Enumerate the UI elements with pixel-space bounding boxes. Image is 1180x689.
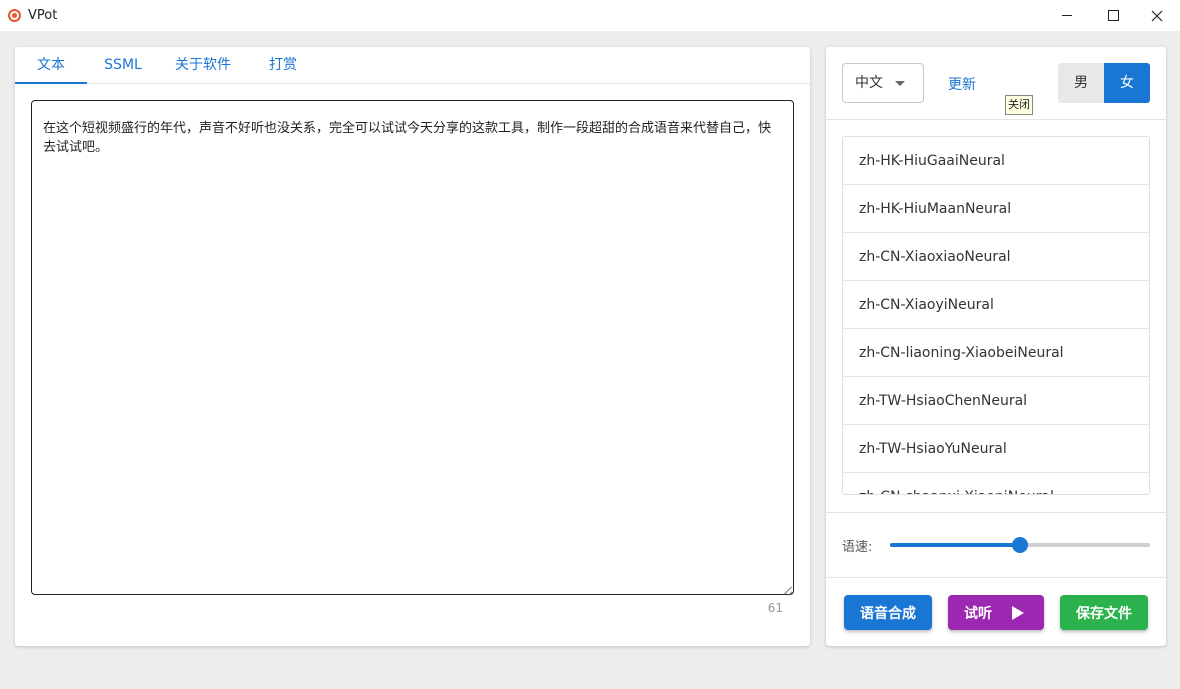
tab-about[interactable]: 关于软件 [165, 47, 241, 84]
gender-toggle: 男 女 [1058, 63, 1150, 103]
speed-slider-fill [890, 543, 1020, 547]
settings-panel: 中文 更新 关闭 男 女 zh-HK-HiuGaaiNeural zh-HK-H… [826, 47, 1166, 646]
speed-slider-thumb[interactable] [1012, 537, 1028, 553]
divider [826, 512, 1166, 513]
language-value: 中文 [855, 75, 883, 91]
chevron-down-icon [895, 81, 905, 86]
voice-item[interactable]: zh-TW-HsiaoYuNeural [843, 425, 1149, 473]
language-select[interactable]: 中文 [842, 63, 924, 103]
synthesize-label: 语音合成 [860, 605, 916, 622]
tab-donate[interactable]: 打赏 [255, 47, 311, 84]
divider [826, 119, 1166, 120]
gender-male-button[interactable]: 男 [1058, 63, 1104, 103]
tab-text[interactable]: 文本 [15, 47, 87, 84]
editor-panel: 文本 SSML 关于软件 打赏 在这个短视频盛行的年代，声音不好听也没关系，完全… [15, 47, 810, 646]
tooltip: 关闭 [1005, 95, 1033, 115]
voice-item[interactable]: zh-CN-liaoning-XiaobeiNeural [843, 329, 1149, 377]
tab-ssml[interactable]: SSML [87, 47, 159, 84]
gender-female-button[interactable]: 女 [1104, 63, 1150, 103]
save-file-button[interactable]: 保存文件 [1060, 595, 1148, 630]
refresh-button[interactable]: 更新 [948, 74, 976, 94]
save-file-label: 保存文件 [1076, 605, 1132, 622]
voice-item[interactable]: zh-CN-shaanxi-XiaoniNeural [843, 473, 1149, 494]
tab-bar: 文本 SSML 关于软件 打赏 [15, 47, 810, 84]
voice-item[interactable]: zh-CN-XiaoyiNeural [843, 281, 1149, 329]
voice-item[interactable]: zh-CN-XiaoxiaoNeural [843, 233, 1149, 281]
divider [826, 577, 1166, 578]
minimize-icon[interactable] [1044, 0, 1090, 31]
voice-item[interactable]: zh-HK-HiuGaaiNeural [843, 137, 1149, 185]
close-icon[interactable] [1134, 0, 1180, 31]
speed-label: 语速: [842, 540, 873, 555]
voice-item[interactable]: zh-HK-HiuMaanNeural [843, 185, 1149, 233]
listen-label: 试听 [964, 605, 992, 622]
vpot-logo-icon [8, 9, 21, 22]
window-title: VPot [28, 8, 58, 23]
voice-list[interactable]: zh-HK-HiuGaaiNeural zh-HK-HiuMaanNeural … [842, 136, 1150, 495]
text-input[interactable]: 在这个短视频盛行的年代，声音不好听也没关系，完全可以试试今天分享的这款工具，制作… [31, 100, 794, 595]
resize-handle-icon[interactable] [785, 587, 793, 595]
play-icon [1012, 606, 1024, 620]
speed-slider[interactable] [890, 537, 1150, 553]
synthesize-button[interactable]: 语音合成 [844, 595, 932, 630]
listen-button[interactable]: 试听 [948, 595, 1044, 630]
voice-item[interactable]: zh-TW-HsiaoChenNeural [843, 377, 1149, 425]
title-bar: VPot [0, 0, 1180, 31]
char-count: 61 [767, 601, 783, 615]
maximize-icon[interactable] [1090, 0, 1136, 31]
